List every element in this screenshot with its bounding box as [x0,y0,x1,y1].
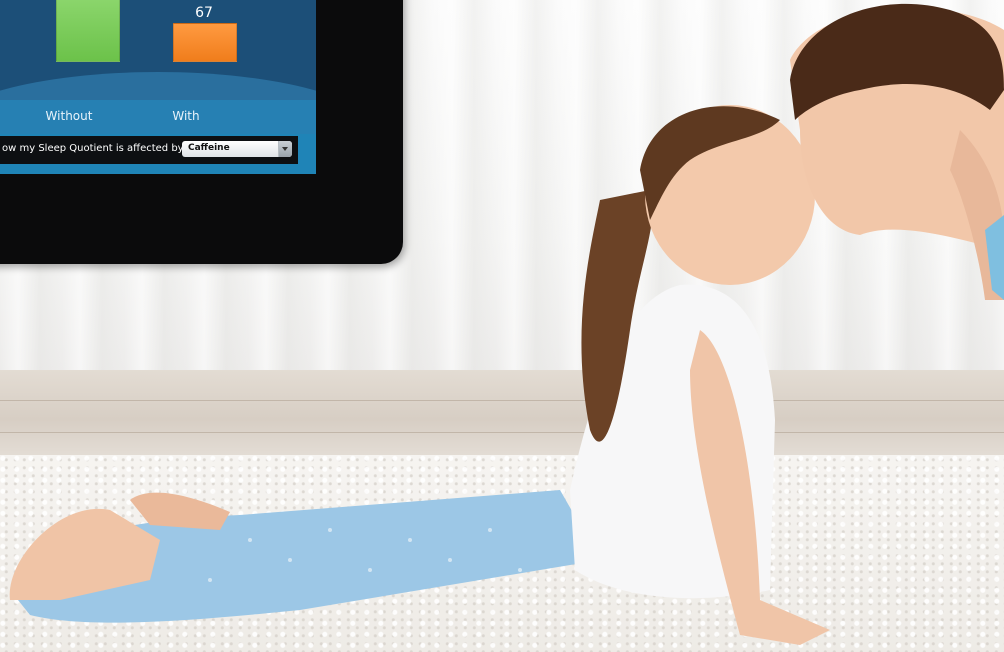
bar-with [173,22,237,62]
x-label-without: Without [45,109,93,123]
x-label-with: With [172,109,200,123]
bar-value-with: 67 [195,4,213,21]
sleep-quotient-chart: 67 [0,0,316,100]
bar-without [56,0,120,62]
factor-select[interactable]: Caffeine [182,141,292,157]
chart-horizon-arc [0,72,316,100]
affected-by-label: ow my Sleep Quotient is affected by: [2,143,187,154]
tablet-screen: 67 Without With ow my Sleep Quotient is … [0,0,316,174]
factor-select-value: Caffeine [188,143,230,153]
tablet-device: 67 Without With ow my Sleep Quotient is … [0,0,403,264]
dropdown-arrow-icon[interactable] [278,141,292,157]
